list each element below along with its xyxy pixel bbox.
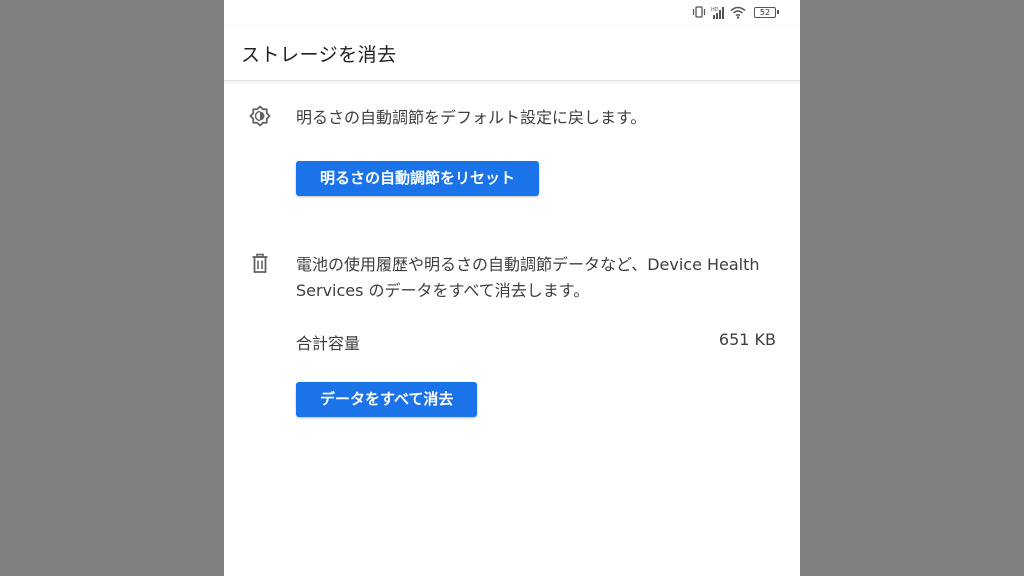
- total-storage-value: 651 KB: [718, 330, 776, 349]
- reset-brightness-button[interactable]: 明るさの自動調節をリセット: [296, 161, 540, 196]
- total-storage-label: 合計容量: [296, 334, 361, 353]
- trash-icon: [248, 252, 272, 276]
- page-title: ストレージを消去: [241, 44, 397, 66]
- total-storage-row: 合計容量 651 KB: [296, 330, 776, 354]
- wifi-icon: [730, 6, 746, 19]
- svg-text:HD: HD: [711, 7, 719, 13]
- app-bar: ストレージを消去: [224, 26, 800, 81]
- signal-icon: HD: [711, 6, 725, 19]
- status-icons: HD 52: [692, 4, 779, 20]
- data-description: 電池の使用履歴や明るさの自動調節データなど、Device Health Serv…: [296, 255, 760, 300]
- phone-screen: HD 52 ストレージを消去 明るさの自動調節をデフォルト設定に戻します。 明る…: [224, 0, 800, 576]
- vibrate-icon: [692, 6, 706, 18]
- battery-icon: 52: [754, 6, 779, 18]
- clear-all-data-button[interactable]: データをすべて消去: [296, 382, 478, 417]
- adaptive-brightness-icon: [248, 104, 272, 128]
- brightness-description: 明るさの自動調節をデフォルト設定に戻します。: [296, 108, 647, 127]
- status-bar: HD 52: [224, 0, 800, 26]
